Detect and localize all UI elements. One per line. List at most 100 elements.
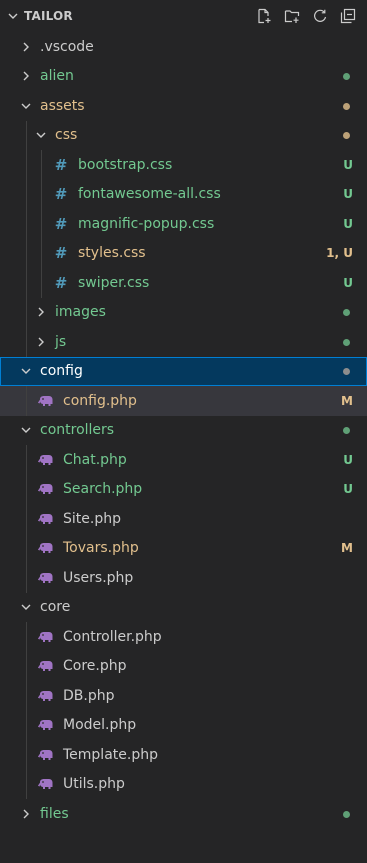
git-status-badge: U xyxy=(343,216,353,231)
php-file-icon xyxy=(37,660,55,672)
git-status-dot xyxy=(313,128,367,142)
php-file-icon xyxy=(37,778,55,790)
tree-folder-row[interactable]: config xyxy=(0,356,367,386)
tree-file-row[interactable]: Core.php xyxy=(0,651,367,681)
git-status-dot xyxy=(313,807,367,821)
php-file-icon xyxy=(37,749,55,761)
new-file-icon[interactable] xyxy=(255,7,273,25)
php-file-icon xyxy=(37,513,55,525)
tree-file-row[interactable]: Controller.php xyxy=(0,622,367,652)
tree-file-row[interactable]: Template.php xyxy=(0,740,367,770)
tree-folder-row[interactable]: core xyxy=(0,593,367,623)
tree-file-row[interactable]: # bootstrap.css U xyxy=(0,150,367,180)
tree-item-label: controllers xyxy=(40,422,115,439)
indent-guide xyxy=(26,504,27,534)
tree-item-label: .vscode xyxy=(40,38,94,55)
tree-item-label: Utils.php xyxy=(63,776,125,793)
git-status-dot xyxy=(313,69,367,83)
chevron-down-icon[interactable] xyxy=(18,98,34,114)
tree-file-row[interactable]: DB.php xyxy=(0,681,367,711)
tree-item-label: files xyxy=(40,805,69,822)
tree-file-row[interactable]: config.php M xyxy=(0,386,367,416)
tree-folder-row[interactable]: .vscode xyxy=(0,32,367,62)
css-file-icon: # xyxy=(54,155,68,174)
tree-item-label: assets xyxy=(40,97,85,114)
tree-file-row[interactable]: # swiper.css U xyxy=(0,268,367,298)
chevron-right-icon[interactable] xyxy=(33,334,49,350)
git-status-dot xyxy=(313,335,367,349)
php-file-icon xyxy=(37,690,55,702)
tree-item-label: styles.css xyxy=(78,245,146,262)
tree-folder-row[interactable]: js xyxy=(0,327,367,357)
php-file-icon xyxy=(37,483,55,495)
git-status-dot xyxy=(313,364,367,378)
tree-file-row[interactable]: Users.php xyxy=(0,563,367,593)
tree-item-label: Users.php xyxy=(63,569,134,586)
php-file-icon xyxy=(37,395,55,407)
tree-folder-row[interactable]: controllers xyxy=(0,416,367,446)
css-file-icon: # xyxy=(54,273,68,292)
php-file-icon xyxy=(37,719,55,731)
collapse-all-icon[interactable] xyxy=(339,7,357,25)
tree-item-label: Controller.php xyxy=(63,628,162,645)
tree-item-label: images xyxy=(55,304,106,321)
new-folder-icon[interactable] xyxy=(283,7,301,25)
indent-guide xyxy=(26,622,27,652)
status-dot-icon xyxy=(343,810,350,818)
status-dot-icon xyxy=(343,102,350,110)
chevron-down-icon[interactable] xyxy=(18,363,34,379)
tree-folder-row[interactable]: css xyxy=(0,120,367,150)
refresh-icon[interactable] xyxy=(311,7,329,25)
indent-guide xyxy=(26,474,27,504)
git-status-badge: U xyxy=(343,275,353,290)
tree-folder-row[interactable]: alien xyxy=(0,62,367,92)
git-status-dot xyxy=(313,423,367,437)
chevron-right-icon[interactable] xyxy=(18,68,34,84)
tree-item-label: Model.php xyxy=(63,717,137,734)
file-tree: .vscode alien assets css # bootstrap.css U # fon… xyxy=(0,32,367,829)
explorer-header[interactable]: TAILOR xyxy=(0,0,367,32)
tree-file-row[interactable]: # fontawesome-all.css U xyxy=(0,179,367,209)
status-dot-icon xyxy=(343,427,350,435)
chevron-right-icon[interactable] xyxy=(33,304,49,320)
tree-item-label: Core.php xyxy=(63,658,127,675)
tree-file-row[interactable]: Search.php U xyxy=(0,474,367,504)
indent-guide xyxy=(26,769,27,799)
chevron-down-icon[interactable] xyxy=(18,599,34,615)
css-file-icon: # xyxy=(54,244,68,263)
indent-guide xyxy=(26,533,27,563)
indent-guide xyxy=(41,179,42,209)
git-status-badge: U xyxy=(343,482,353,497)
indent-guide xyxy=(26,651,27,681)
indent-guide xyxy=(26,120,27,150)
chevron-down-icon[interactable] xyxy=(18,422,34,438)
tree-file-row[interactable]: Chat.php U xyxy=(0,445,367,475)
indent-guide xyxy=(41,209,42,239)
indent-guide xyxy=(26,209,27,239)
indent-guide xyxy=(41,150,42,180)
git-status-badge: U xyxy=(343,157,353,172)
chevron-right-icon[interactable] xyxy=(18,39,34,55)
explorer-actions xyxy=(255,7,357,25)
tree-file-row[interactable]: Model.php xyxy=(0,710,367,740)
tree-item-label: magnific-popup.css xyxy=(78,215,215,232)
chevron-right-icon[interactable] xyxy=(18,806,34,822)
tree-file-row[interactable]: Utils.php xyxy=(0,769,367,799)
chevron-down-icon[interactable] xyxy=(6,10,20,22)
chevron-down-icon[interactable] xyxy=(33,127,49,143)
tree-file-row[interactable]: Tovars.php M xyxy=(0,533,367,563)
tree-folder-row[interactable]: files xyxy=(0,799,367,829)
tree-item-label: core xyxy=(40,599,71,616)
tree-file-row[interactable]: # styles.css 1, U xyxy=(0,238,367,268)
git-status-dot xyxy=(313,305,367,319)
tree-file-row[interactable]: # magnific-popup.css U xyxy=(0,209,367,239)
tree-item-label: js xyxy=(55,333,67,350)
indent-guide xyxy=(41,238,42,268)
status-dot-icon xyxy=(343,309,350,317)
tree-folder-row[interactable]: images xyxy=(0,297,367,327)
tree-file-row[interactable]: Site.php xyxy=(0,504,367,534)
file-explorer: TAILOR .vscode alien assets css # bootst… xyxy=(0,0,367,863)
php-file-icon xyxy=(37,454,55,466)
css-file-icon: # xyxy=(54,185,68,204)
tree-folder-row[interactable]: assets xyxy=(0,91,367,121)
